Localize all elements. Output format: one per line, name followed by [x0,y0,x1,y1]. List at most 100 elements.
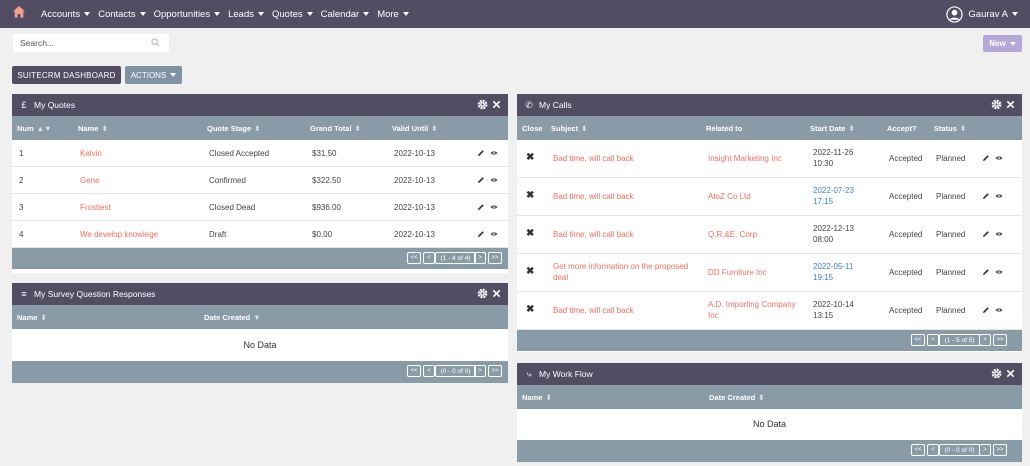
first-page-button[interactable]: << [911,334,925,346]
dashboard-tab-button[interactable]: SUITECRM DASHBOARD [12,66,121,84]
last-page-button[interactable]: >> [488,252,502,264]
close-icon[interactable] [1005,368,1016,379]
eye-icon[interactable] [995,192,1003,200]
call-subject-link[interactable]: Bad time, will call back [553,230,633,239]
nav-item-quotes[interactable]: Quotes [272,9,313,20]
nav-item-leads[interactable]: Leads [228,9,264,20]
column-header-start-date[interactable]: Start Date ⬍ [810,124,855,133]
call-related-link[interactable]: AtoZ Co Ltd [708,192,751,201]
column-header-valid[interactable]: Valid Until ⬍ [392,124,438,133]
quote-name-link[interactable]: We develop knowlege [80,230,158,239]
quote-name-link[interactable]: Gene [80,176,100,185]
call-subject-link[interactable]: Bad time, will call back [553,154,633,163]
next-page-button[interactable]: > [474,252,486,264]
prev-page-button[interactable]: < [927,444,939,456]
row-actions [477,230,503,238]
call-subject-link[interactable]: Bad time, will call back [553,306,633,315]
pencil-icon[interactable] [477,149,485,157]
eye-icon[interactable] [995,154,1003,162]
column-header-stage[interactable]: Quote Stage ⬍ [207,124,260,133]
quote-name-link[interactable]: Kelvin [80,149,102,158]
search-icon[interactable] [151,38,160,47]
pencil-icon[interactable] [982,154,990,162]
eye-icon[interactable] [490,230,498,238]
chevron-down-icon [214,11,221,16]
nav-item-accounts[interactable]: Accounts [41,9,91,20]
search-input[interactable] [13,34,148,52]
prev-page-button[interactable]: < [927,334,939,346]
call-related-link[interactable]: Insight Marketing Inc [708,154,782,163]
first-page-button[interactable]: << [407,252,421,264]
prev-page-button[interactable]: < [423,252,435,264]
quote-num: 4 [19,230,24,239]
new-button[interactable]: New [983,35,1022,52]
pencil-icon[interactable] [477,203,485,211]
call-subject-link[interactable]: Bad time, will call back [553,192,633,201]
pencil-icon[interactable] [477,176,485,184]
first-page-button[interactable]: << [911,444,925,456]
user-menu[interactable]: Gaurav A [946,5,1018,23]
column-header-name[interactable]: Name ⬍ [17,313,47,322]
pencil-icon[interactable] [477,230,485,238]
close-call-icon[interactable]: ✖ [526,152,534,163]
eye-icon[interactable] [490,149,498,157]
close-icon[interactable] [491,99,502,110]
column-header-num[interactable]: Num ▲▼ [17,124,52,133]
close-call-icon[interactable]: ✖ [526,228,534,239]
call-related-link[interactable]: Q.R.&E. Corp [708,230,757,239]
eye-icon[interactable] [995,230,1003,238]
survey-table-body: No Data [12,329,508,361]
eye-icon[interactable] [995,306,1003,314]
gear-icon[interactable] [477,99,488,110]
close-icon[interactable] [491,288,502,299]
next-page-button[interactable]: > [979,444,991,456]
column-header-status[interactable]: Status ⬍ [934,124,966,133]
pencil-icon[interactable] [982,230,990,238]
last-page-button[interactable]: >> [488,365,502,377]
actions-button[interactable]: ACTIONS [125,66,182,84]
call-related-link[interactable]: A.D. Importing Company Inc [708,299,803,321]
next-page-button[interactable]: > [474,365,486,377]
next-page-button[interactable]: > [979,334,991,346]
eye-icon[interactable] [490,176,498,184]
nav-item-opportunities[interactable]: Opportunities [154,9,221,20]
gear-icon[interactable] [477,288,488,299]
gear-icon[interactable] [991,99,1002,110]
survey-dashlet-title: My Survey Question Responses [34,289,156,299]
nav-item-more[interactable]: More [377,9,409,20]
column-header-subject[interactable]: Subject ⬍ [551,124,587,133]
survey-table-header: Name ⬍ Date Created ▼ [12,305,508,329]
column-header-name[interactable]: Name ⬍ [78,124,108,133]
prev-page-button[interactable]: < [423,365,435,377]
close-call-icon[interactable]: ✖ [526,190,534,201]
quote-name-link[interactable]: Frostiest [80,203,111,212]
quotes-dashlet-title: My Quotes [34,100,76,110]
column-header-date-created[interactable]: Date Created ▼ [204,313,261,322]
call-related-link[interactable]: DD Furniture Inc [708,268,767,277]
gear-icon[interactable] [991,368,1002,379]
last-page-button[interactable]: >> [993,334,1007,346]
column-header-name[interactable]: Name ⬍ [522,393,552,402]
nav-item-calendar[interactable]: Calendar [321,9,370,20]
nav-item-contacts[interactable]: Contacts [98,9,146,20]
quote-total: $322.50 [312,176,341,185]
pagination-info: (1 - 4 of 4) [435,252,476,264]
column-header-date-created[interactable]: Date Created ⬍ [709,393,765,402]
eye-icon[interactable] [490,203,498,211]
close-call-icon[interactable]: ✖ [526,266,534,277]
pencil-icon[interactable] [982,306,990,314]
eye-icon[interactable] [995,268,1003,276]
first-page-button[interactable]: << [407,365,421,377]
home-icon[interactable] [12,5,32,23]
column-header-total[interactable]: Grand Total ⬍ [310,124,361,133]
column-header-name-label: Name [17,313,38,322]
pencil-icon[interactable] [982,192,990,200]
last-page-button[interactable]: >> [993,444,1007,456]
survey-dashlet-header: ≡ My Survey Question Responses [12,283,508,305]
close-icon[interactable] [1005,99,1016,110]
chevron-down-icon [1012,12,1018,16]
pencil-icon[interactable] [982,268,990,276]
column-header-num-label: Num [17,124,34,133]
call-subject-link[interactable]: Get more information on the proposed dea… [553,261,693,283]
close-call-icon[interactable]: ✖ [526,304,534,315]
